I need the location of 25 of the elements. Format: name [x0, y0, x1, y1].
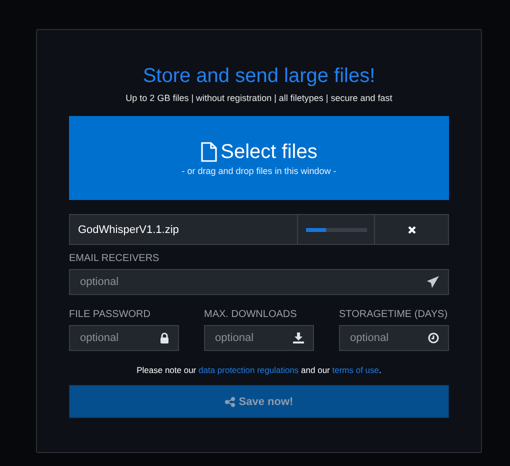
link[interactable]: terms of use	[332, 365, 380, 375]
field-label: EMAIL RECEIVERS	[69, 253, 160, 265]
input-field[interactable]: optional	[69, 269, 449, 295]
link[interactable]: data protection regulations	[198, 365, 299, 375]
file-name: GodWhisperV1.1.zip	[78, 224, 179, 236]
dropzone-hint: - or drag and drop files in this window -	[182, 166, 336, 176]
field-label: MAX. DOWNLOADS	[204, 309, 298, 321]
field-label: STORAGETIME (DAYS)	[339, 309, 449, 321]
clock-icon	[428, 332, 439, 344]
send-icon	[427, 276, 439, 288]
file-dropzone[interactable]: Select files - or drag and drop files in this window -	[69, 116, 449, 200]
field-label: FILE PASSWORD	[69, 309, 152, 321]
close-icon	[408, 226, 416, 234]
subtitle: Up to 2 GB files | without registration | all filetypes | secure and fast	[124, 92, 394, 104]
terms-note: Please note our data protection regulations and our terms of use.	[136, 364, 382, 376]
input-field[interactable]: optional	[69, 325, 179, 351]
share-icon	[224, 396, 235, 406]
download-icon	[293, 332, 304, 344]
progress-bar	[306, 228, 366, 232]
input-field[interactable]: optional	[339, 325, 449, 351]
page-title: Store and send large files!	[142, 64, 376, 88]
lock-icon	[160, 332, 169, 344]
file-icon	[200, 142, 217, 162]
input-field[interactable]: optional	[204, 325, 314, 351]
select-files-label: Select files	[220, 140, 318, 164]
